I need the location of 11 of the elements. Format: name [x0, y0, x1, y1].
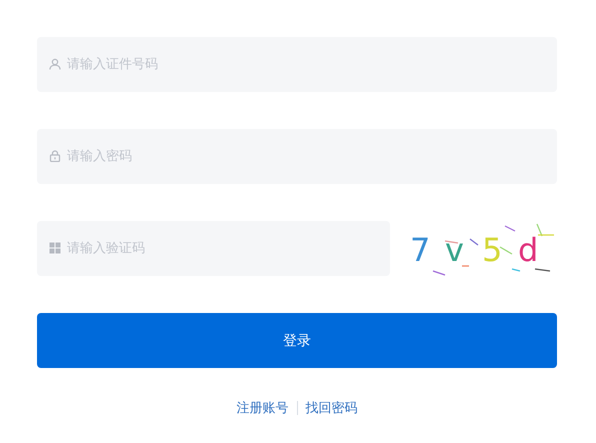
captcha-character: 5 [482, 231, 502, 269]
captcha-character: d [518, 231, 538, 269]
login-button[interactable]: 登录 [37, 313, 557, 368]
grid-icon [49, 242, 61, 254]
user-icon [49, 58, 61, 70]
text-link[interactable]: 找回密码 [306, 399, 358, 417]
text-link[interactable]: 注册账号 [236, 399, 288, 417]
lock-icon [49, 150, 61, 162]
captcha-character: 7 [410, 231, 430, 269]
captcha-character: v [445, 231, 464, 269]
captcha-image[interactable]: 7 v 5 d [400, 221, 557, 276]
